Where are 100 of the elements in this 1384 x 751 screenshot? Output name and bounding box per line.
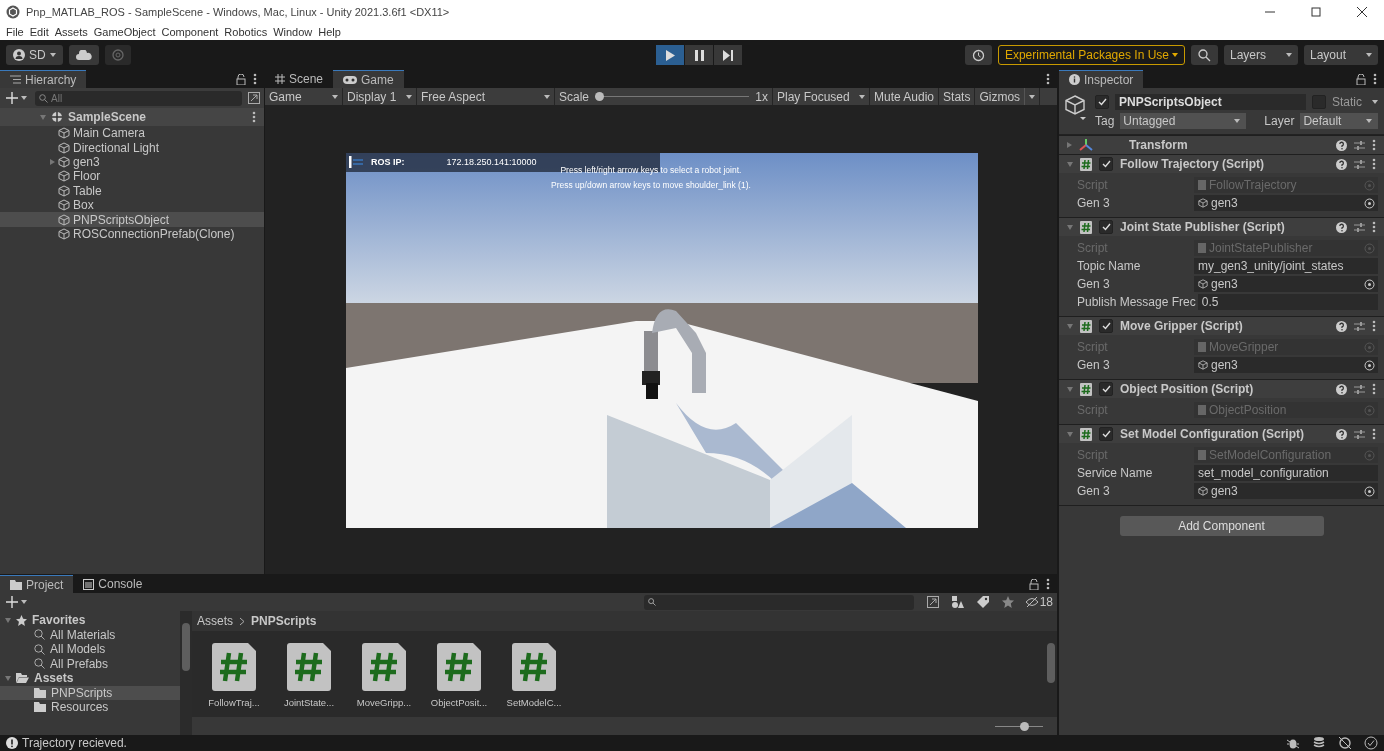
search-field[interactable]: [643, 594, 914, 610]
play-button[interactable]: [656, 45, 684, 65]
object-name-field[interactable]: PNPScriptsObject: [1115, 93, 1306, 110]
experimental-packages-button[interactable]: Experimental Packages In Use: [997, 45, 1185, 65]
object-reference-field[interactable]: gen3: [1194, 195, 1378, 211]
script-file[interactable]: FollowTraj...: [208, 643, 260, 717]
target-icon[interactable]: [1364, 278, 1375, 290]
expand-icon[interactable]: [248, 92, 260, 104]
check-circle-icon[interactable]: [1364, 736, 1378, 750]
help-icon[interactable]: [1336, 428, 1347, 440]
game-mode-dropdown[interactable]: Game: [265, 88, 343, 105]
enabled-checkbox[interactable]: [1099, 157, 1113, 171]
sliders-icon[interactable]: [1354, 383, 1365, 395]
tree-item[interactable]: All Models: [0, 642, 180, 657]
tree-item[interactable]: All Prefabs: [0, 656, 180, 672]
help-icon[interactable]: [1336, 139, 1347, 151]
target-icon[interactable]: [1364, 485, 1375, 497]
hidden-packages-toggle[interactable]: 18: [1020, 595, 1057, 610]
text-field[interactable]: my_gen3_unity/joint_states: [1194, 258, 1378, 274]
shapes-icon[interactable]: [951, 596, 964, 609]
aspect-dropdown[interactable]: Free Aspect: [417, 88, 555, 105]
slider-thumb[interactable]: [1019, 721, 1029, 731]
active-checkbox[interactable]: [1095, 94, 1109, 109]
pause-button[interactable]: [685, 45, 713, 65]
search-button[interactable]: [1191, 45, 1218, 65]
lock-icon[interactable]: [1029, 578, 1039, 590]
hierarchy-item[interactable]: gen3: [0, 154, 264, 170]
breadcrumb-link[interactable]: Assets: [197, 614, 233, 629]
script-file[interactable]: JointState...: [283, 643, 335, 717]
tag-dropdown[interactable]: Untagged: [1120, 112, 1247, 129]
caret-icon[interactable]: [1372, 99, 1378, 104]
component-header[interactable]: Follow Trajectory (Script): [1059, 154, 1384, 173]
enabled-checkbox[interactable]: [1099, 427, 1113, 441]
script-file[interactable]: MoveGripp...: [358, 643, 410, 717]
script-file[interactable]: SetModelC...: [508, 643, 560, 717]
component-header[interactable]: Move Gripper (Script): [1059, 316, 1384, 335]
account-button[interactable]: SD: [6, 45, 63, 65]
more-icon[interactable]: [253, 73, 257, 85]
step-button[interactable]: [714, 45, 742, 65]
collab-button[interactable]: [104, 45, 131, 65]
star-icon[interactable]: [1001, 596, 1014, 609]
more-icon[interactable]: [252, 111, 256, 123]
sliders-icon[interactable]: [1354, 158, 1365, 170]
target-icon[interactable]: [1364, 197, 1375, 209]
more-icon[interactable]: [1372, 158, 1376, 170]
object-reference-field[interactable]: gen3: [1194, 483, 1378, 499]
menu-item[interactable]: Assets: [54, 26, 88, 38]
add-button[interactable]: [4, 596, 29, 609]
text-field[interactable]: 0.5: [1197, 294, 1378, 310]
database-icon[interactable]: [1312, 736, 1326, 750]
more-icon[interactable]: [1372, 221, 1376, 233]
hierarchy-tab[interactable]: Hierarchy: [0, 70, 87, 88]
view-tab[interactable]: Scene: [265, 70, 334, 88]
menu-item[interactable]: Robotics: [224, 26, 268, 38]
cloud-button[interactable]: [68, 45, 99, 65]
component-header[interactable]: Object Position (Script): [1059, 379, 1384, 398]
sliders-icon[interactable]: [1354, 139, 1365, 151]
component-header[interactable]: Set Model Configuration (Script): [1059, 424, 1384, 443]
view-tab[interactable]: Game: [333, 70, 404, 88]
layout-dropdown[interactable]: Layout: [1304, 45, 1378, 65]
slider-thumb[interactable]: [595, 92, 605, 101]
play-focused-dropdown[interactable]: Play Focused: [773, 88, 870, 105]
mute-audio-toggle[interactable]: Mute Audio: [870, 88, 940, 105]
text-field[interactable]: set_model_configuration: [1194, 465, 1378, 481]
hierarchy-item[interactable]: Floor: [0, 169, 264, 184]
object-reference-field[interactable]: gen3: [1194, 357, 1378, 373]
menu-item[interactable]: Component: [161, 26, 219, 38]
scrollbar[interactable]: [180, 611, 192, 735]
hierarchy-item[interactable]: Box: [0, 197, 264, 213]
network-icon[interactable]: [1338, 736, 1352, 750]
help-icon[interactable]: [1336, 158, 1347, 170]
menu-item[interactable]: Edit: [29, 26, 49, 38]
menu-item[interactable]: GameObject: [93, 26, 156, 38]
add-button[interactable]: [4, 92, 29, 104]
tree-group[interactable]: Assets: [0, 671, 180, 686]
hierarchy-item[interactable]: PNPScriptsObject: [0, 212, 264, 227]
expand-arrow-icon[interactable]: [50, 158, 55, 165]
help-icon[interactable]: [1336, 383, 1347, 395]
sliders-icon[interactable]: [1354, 428, 1365, 440]
enabled-checkbox[interactable]: [1099, 382, 1113, 396]
target-icon[interactable]: [1364, 359, 1375, 371]
more-icon[interactable]: [1046, 578, 1050, 591]
project-tab[interactable]: Project: [0, 575, 74, 594]
more-icon[interactable]: [1372, 139, 1376, 151]
layer-dropdown[interactable]: Default: [1300, 112, 1378, 129]
component-header[interactable]: Transform: [1059, 135, 1384, 154]
inspector-tab[interactable]: Inspector: [1059, 70, 1144, 88]
tree-item[interactable]: All Materials: [0, 627, 180, 643]
component-header[interactable]: Joint State Publisher (Script): [1059, 217, 1384, 236]
sliders-icon[interactable]: [1354, 221, 1365, 233]
tree-item[interactable]: PNPScripts: [0, 685, 180, 701]
script-file[interactable]: ObjectPosit...: [433, 643, 485, 717]
sliders-icon[interactable]: [1354, 320, 1365, 332]
enabled-checkbox[interactable]: [1099, 319, 1113, 333]
hierarchy-item[interactable]: ROSConnectionPrefab(Clone): [0, 226, 264, 242]
tree-item[interactable]: Resources: [0, 700, 180, 715]
close-icon[interactable]: [1356, 6, 1368, 18]
menu-item[interactable]: Help: [318, 26, 341, 38]
help-icon[interactable]: [1336, 221, 1347, 233]
lock-icon[interactable]: [1356, 73, 1366, 85]
